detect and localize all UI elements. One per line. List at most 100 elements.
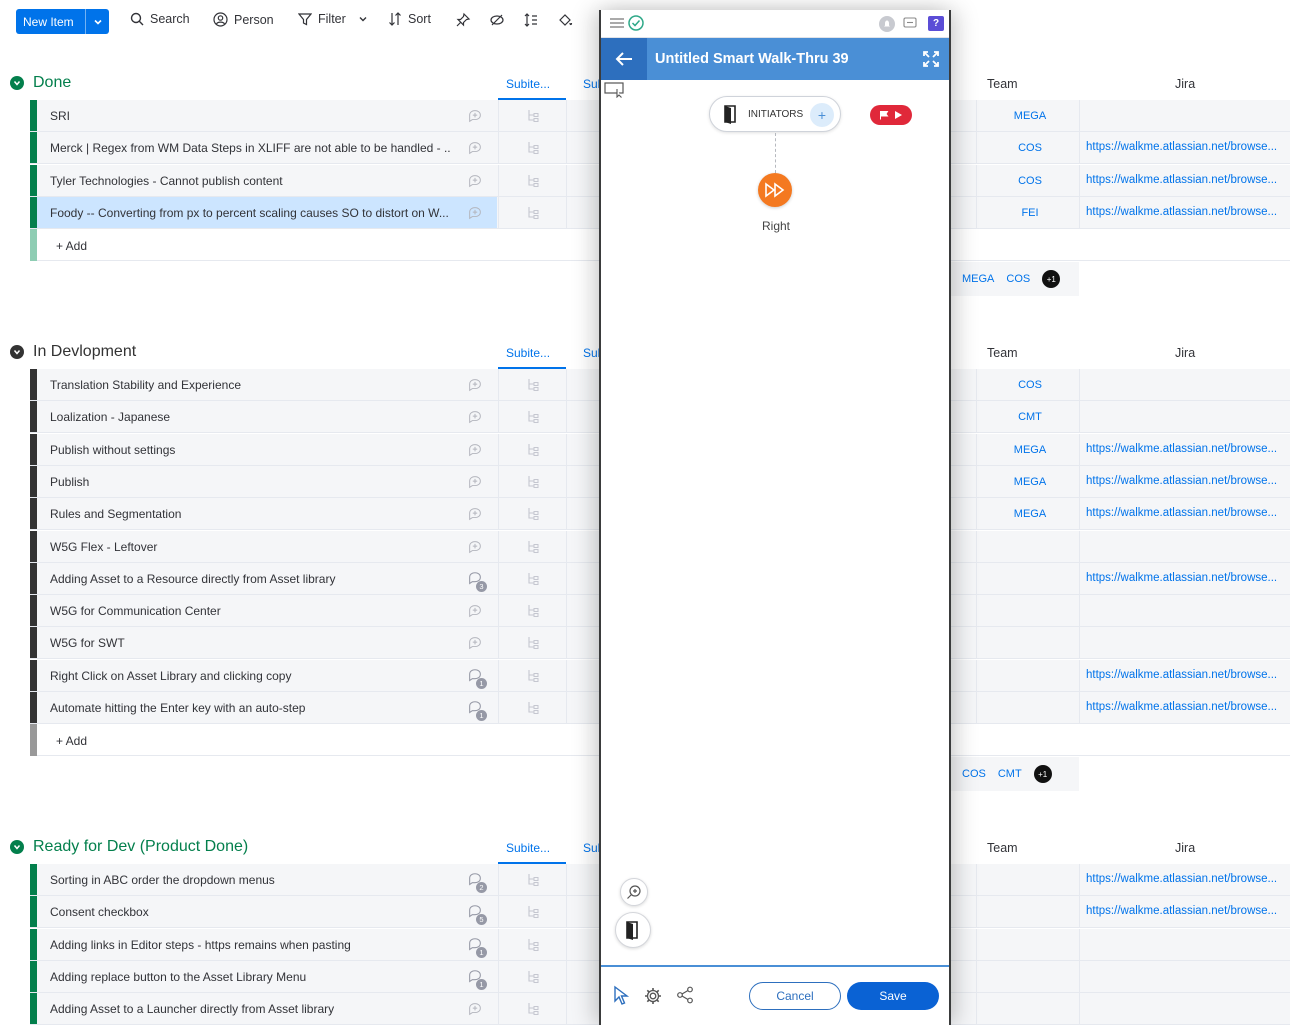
subitems-icon[interactable] [527, 109, 539, 123]
subitems-icon[interactable] [527, 1002, 539, 1016]
item-name[interactable]: Sorting in ABC order the dropdown menus [50, 873, 450, 887]
add-update-icon[interactable] [467, 603, 483, 619]
settings-gear-icon[interactable] [644, 987, 662, 1005]
updates-chat-icon[interactable] [467, 700, 483, 716]
collapse-icon[interactable] [10, 345, 24, 359]
expand-icon[interactable] [923, 51, 939, 67]
item-name[interactable]: Right Click on Asset Library and clickin… [50, 669, 450, 683]
more-count-badge[interactable]: +1 [1033, 765, 1052, 783]
team-tag[interactable] [981, 961, 1079, 992]
add-item-label[interactable]: + Add [56, 239, 87, 253]
item-name[interactable]: W5G for SWT [50, 636, 450, 650]
subitems-icon[interactable] [527, 141, 539, 155]
bell-icon[interactable] [879, 16, 895, 32]
subitems-icon[interactable] [527, 410, 539, 424]
row-height-icon[interactable] [523, 12, 539, 28]
team-tag[interactable] [981, 692, 1079, 723]
team-tag[interactable] [981, 993, 1079, 1024]
item-name[interactable]: Consent checkbox [50, 905, 450, 919]
item-name[interactable]: Adding Asset to a Resource directly from… [50, 572, 450, 586]
initiators-toggle-button[interactable] [615, 912, 651, 948]
item-name[interactable]: Automate hitting the Enter key with an a… [50, 701, 450, 715]
initiators-node[interactable]: INITIATORS + [709, 96, 841, 132]
team-tag[interactable]: MEGA [981, 498, 1079, 529]
subitems-icon[interactable] [527, 378, 539, 392]
jira-link[interactable]: https://walkme.atlassian.net/browse... [1086, 206, 1286, 218]
more-count-badge[interactable]: +1 [1042, 270, 1061, 288]
item-name[interactable]: Tyler Technologies - Cannot publish cont… [50, 174, 450, 188]
collapse-icon[interactable] [10, 840, 24, 854]
column-header-jira[interactable]: Jira [1175, 346, 1195, 360]
item-name[interactable]: Adding replace button to the Asset Libra… [50, 970, 450, 984]
team-tag[interactable] [981, 627, 1079, 658]
share-icon[interactable] [676, 986, 694, 1004]
add-update-icon[interactable] [467, 474, 483, 490]
column-header-subitems[interactable]: Subite... [506, 841, 550, 855]
team-tag[interactable]: COS [981, 369, 1079, 400]
add-update-icon[interactable] [467, 173, 483, 189]
color-fill-icon[interactable] [557, 12, 573, 28]
goal-flag-button[interactable] [870, 105, 912, 125]
add-update-icon[interactable] [467, 377, 483, 393]
team-tag[interactable] [981, 531, 1079, 562]
select-element-icon[interactable] [604, 82, 626, 98]
subitems-icon[interactable] [527, 970, 539, 984]
add-initiator-button[interactable]: + [810, 103, 834, 127]
column-header-jira[interactable]: Jira [1175, 841, 1195, 855]
team-tag[interactable] [981, 563, 1079, 594]
subitems-icon[interactable] [527, 938, 539, 952]
team-tag[interactable]: FEI [981, 197, 1079, 228]
subitems-icon[interactable] [527, 636, 539, 650]
menu-icon[interactable] [610, 17, 624, 29]
group-header-done[interactable]: Done [10, 70, 71, 96]
new-item-dropdown[interactable] [85, 9, 109, 34]
team-tag[interactable] [981, 595, 1079, 626]
column-header-subitems-2[interactable]: Sul [583, 841, 600, 855]
updates-chat-icon[interactable] [467, 904, 483, 920]
new-item-button[interactable]: New Item [16, 9, 109, 34]
jira-link[interactable]: https://walkme.atlassian.net/browse... [1086, 174, 1286, 186]
person-filter-button[interactable]: Person [213, 12, 274, 27]
team-tag[interactable] [981, 896, 1079, 927]
jira-link[interactable]: https://walkme.atlassian.net/browse... [1086, 905, 1286, 917]
subitems-icon[interactable] [527, 174, 539, 188]
item-name[interactable]: SRI [50, 109, 450, 123]
item-name[interactable]: W5G for Communication Center [50, 604, 450, 618]
team-tag[interactable] [981, 660, 1079, 691]
add-update-icon[interactable] [467, 205, 483, 221]
column-header-subitems-2[interactable]: Sul [583, 346, 600, 360]
hide-icon[interactable] [489, 12, 505, 28]
team-tag[interactable]: COS [981, 165, 1079, 196]
add-item-label[interactable]: + Add [56, 734, 87, 748]
add-update-icon[interactable] [467, 140, 483, 156]
add-update-icon[interactable] [467, 635, 483, 651]
add-update-icon[interactable] [467, 108, 483, 124]
column-header-team[interactable]: Team [987, 346, 1018, 360]
column-header-subitems[interactable]: Subite... [506, 346, 550, 360]
item-name[interactable]: Rules and Segmentation [50, 507, 450, 521]
group-header-ready-for-dev[interactable]: Ready for Dev (Product Done) [10, 834, 248, 860]
subitems-icon[interactable] [527, 443, 539, 457]
item-name[interactable]: Publish [50, 475, 450, 489]
updates-chat-icon[interactable] [467, 668, 483, 684]
item-name[interactable]: W5G Flex - Leftover [50, 540, 450, 554]
subitems-icon[interactable] [527, 873, 539, 887]
search-button[interactable]: Search [130, 12, 190, 26]
save-button[interactable]: Save [847, 982, 939, 1010]
subitems-icon[interactable] [527, 206, 539, 220]
jira-link[interactable]: https://walkme.atlassian.net/browse... [1086, 507, 1286, 519]
jira-link[interactable]: https://walkme.atlassian.net/browse... [1086, 141, 1286, 153]
subitems-icon[interactable] [527, 701, 539, 715]
item-name[interactable]: Adding Asset to a Launcher directly from… [50, 1002, 450, 1016]
team-tag[interactable]: MEGA [981, 466, 1079, 497]
updates-chat-icon[interactable] [467, 937, 483, 953]
jira-link[interactable]: https://walkme.atlassian.net/browse... [1086, 669, 1286, 681]
jira-link[interactable]: https://walkme.atlassian.net/browse... [1086, 443, 1286, 455]
team-tag[interactable]: MEGA [981, 434, 1079, 465]
item-name[interactable]: Adding links in Editor steps - https rem… [50, 938, 450, 952]
cancel-button[interactable]: Cancel [749, 982, 841, 1010]
item-name[interactable]: Merck | Regex from WM Data Steps in XLIF… [50, 141, 450, 155]
add-update-icon[interactable] [467, 409, 483, 425]
collapse-icon[interactable] [10, 76, 24, 90]
item-name[interactable]: Loalization - Japanese [50, 410, 450, 424]
